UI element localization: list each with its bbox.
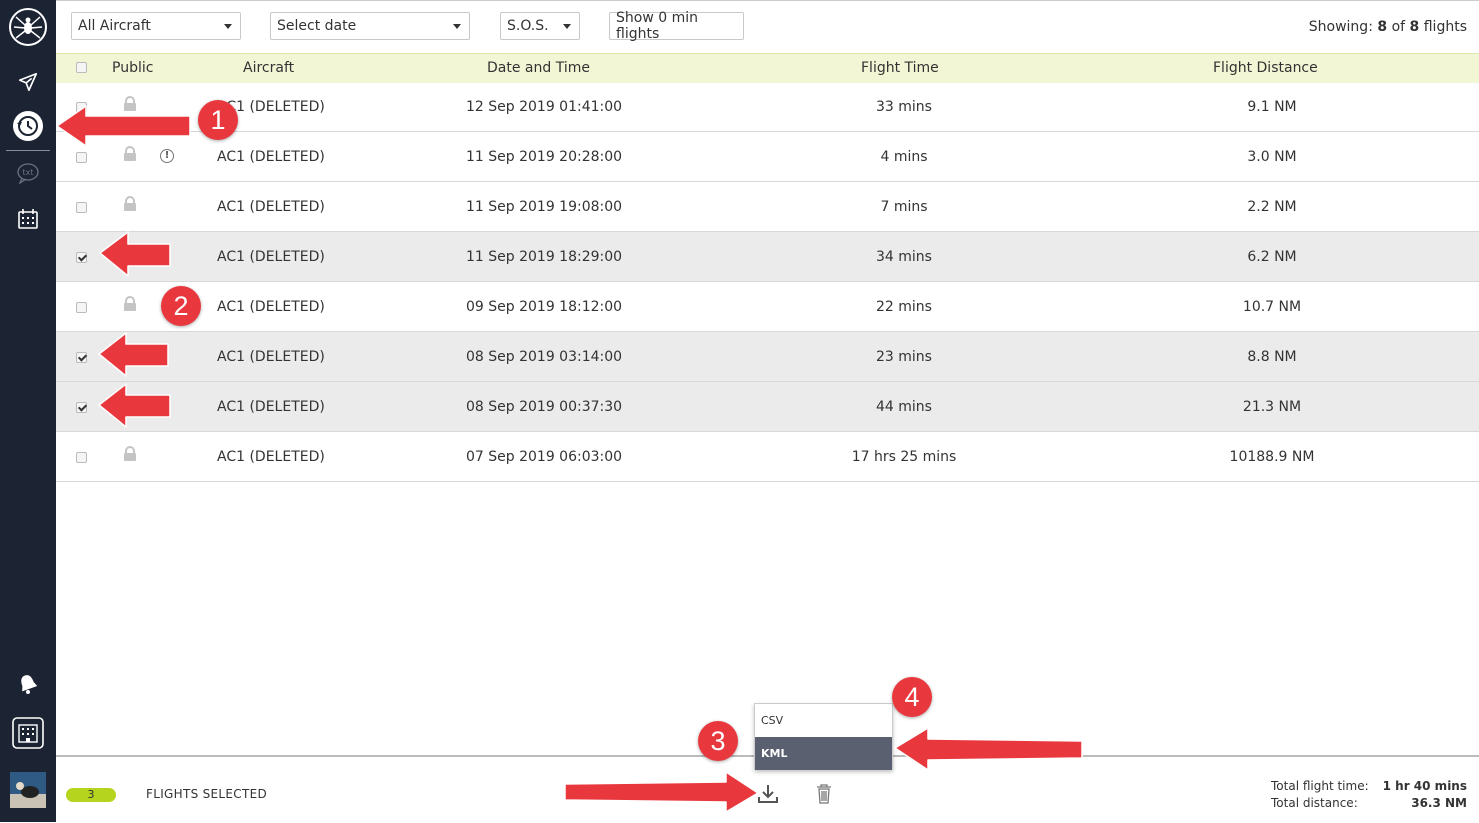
callout-2: 2	[161, 286, 201, 326]
arrow-to-row-7	[98, 383, 171, 428]
arrow-to-history	[56, 105, 191, 147]
arrow-to-download	[564, 771, 759, 813]
arrow-to-kml	[894, 727, 1083, 771]
callout-4: 4	[892, 677, 932, 717]
callout-1: 1	[198, 100, 238, 140]
arrow-to-row-4	[99, 231, 171, 277]
arrow-to-row-6	[98, 332, 169, 377]
callout-3: 3	[698, 721, 738, 761]
